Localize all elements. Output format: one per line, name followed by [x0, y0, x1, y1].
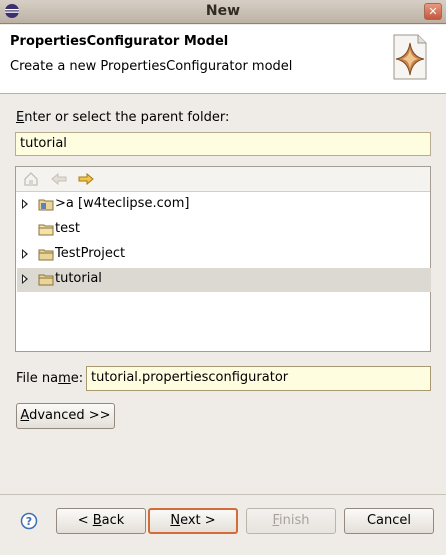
help-icon[interactable]: ?: [20, 512, 38, 530]
folder-tree[interactable]: >a [w4teclipse.com] test TestProject tut…: [15, 166, 431, 352]
wizard-header: PropertiesConfigurator Model Create a ne…: [0, 25, 446, 94]
project-folder-icon: [38, 249, 54, 261]
next-button[interactable]: Next >: [148, 508, 238, 534]
finish-button[interactable]: Finish: [246, 508, 336, 534]
page-title: PropertiesConfigurator Model: [10, 34, 229, 49]
file-name-label: File name:: [16, 371, 84, 386]
title-bar: New ✕: [0, 0, 446, 24]
button-bar-separator: [0, 494, 446, 495]
forward-arrow-icon[interactable]: [77, 171, 95, 187]
close-icon: ✕: [428, 5, 438, 18]
parent-folder-label: Enter or select the parent folder:: [16, 110, 230, 125]
home-icon[interactable]: [22, 171, 40, 187]
cancel-button[interactable]: Cancel: [344, 508, 434, 534]
expand-arrow-icon[interactable]: [22, 249, 28, 259]
back-arrow-icon[interactable]: [50, 171, 68, 187]
back-button[interactable]: < Back: [56, 508, 146, 534]
wizard-banner-icon: [393, 34, 427, 80]
parent-folder-input[interactable]: tutorial: [15, 132, 431, 156]
page-description: Create a new PropertiesConfigurator mode…: [10, 59, 293, 74]
close-window-button[interactable]: ✕: [424, 3, 442, 20]
file-name-input[interactable]: tutorial.propertiesconfigurator: [86, 366, 431, 391]
window-title: New: [205, 3, 241, 19]
tree-item-tutorial[interactable]: tutorial: [17, 268, 431, 292]
expand-arrow-icon[interactable]: [22, 274, 28, 284]
folder-icon: [38, 224, 54, 236]
tree-item-a[interactable]: >a [w4teclipse.com]: [17, 193, 431, 217]
tree-item-testproject[interactable]: TestProject: [17, 243, 431, 267]
expand-arrow-icon[interactable]: [22, 199, 28, 209]
project-folder-icon: [38, 274, 54, 286]
svg-text:?: ?: [26, 515, 32, 528]
tree-item-test[interactable]: test: [17, 218, 431, 242]
tree-toolbar: [16, 167, 430, 192]
advanced-button[interactable]: Advanced >>: [16, 403, 115, 429]
project-folder-icon: [38, 199, 54, 211]
